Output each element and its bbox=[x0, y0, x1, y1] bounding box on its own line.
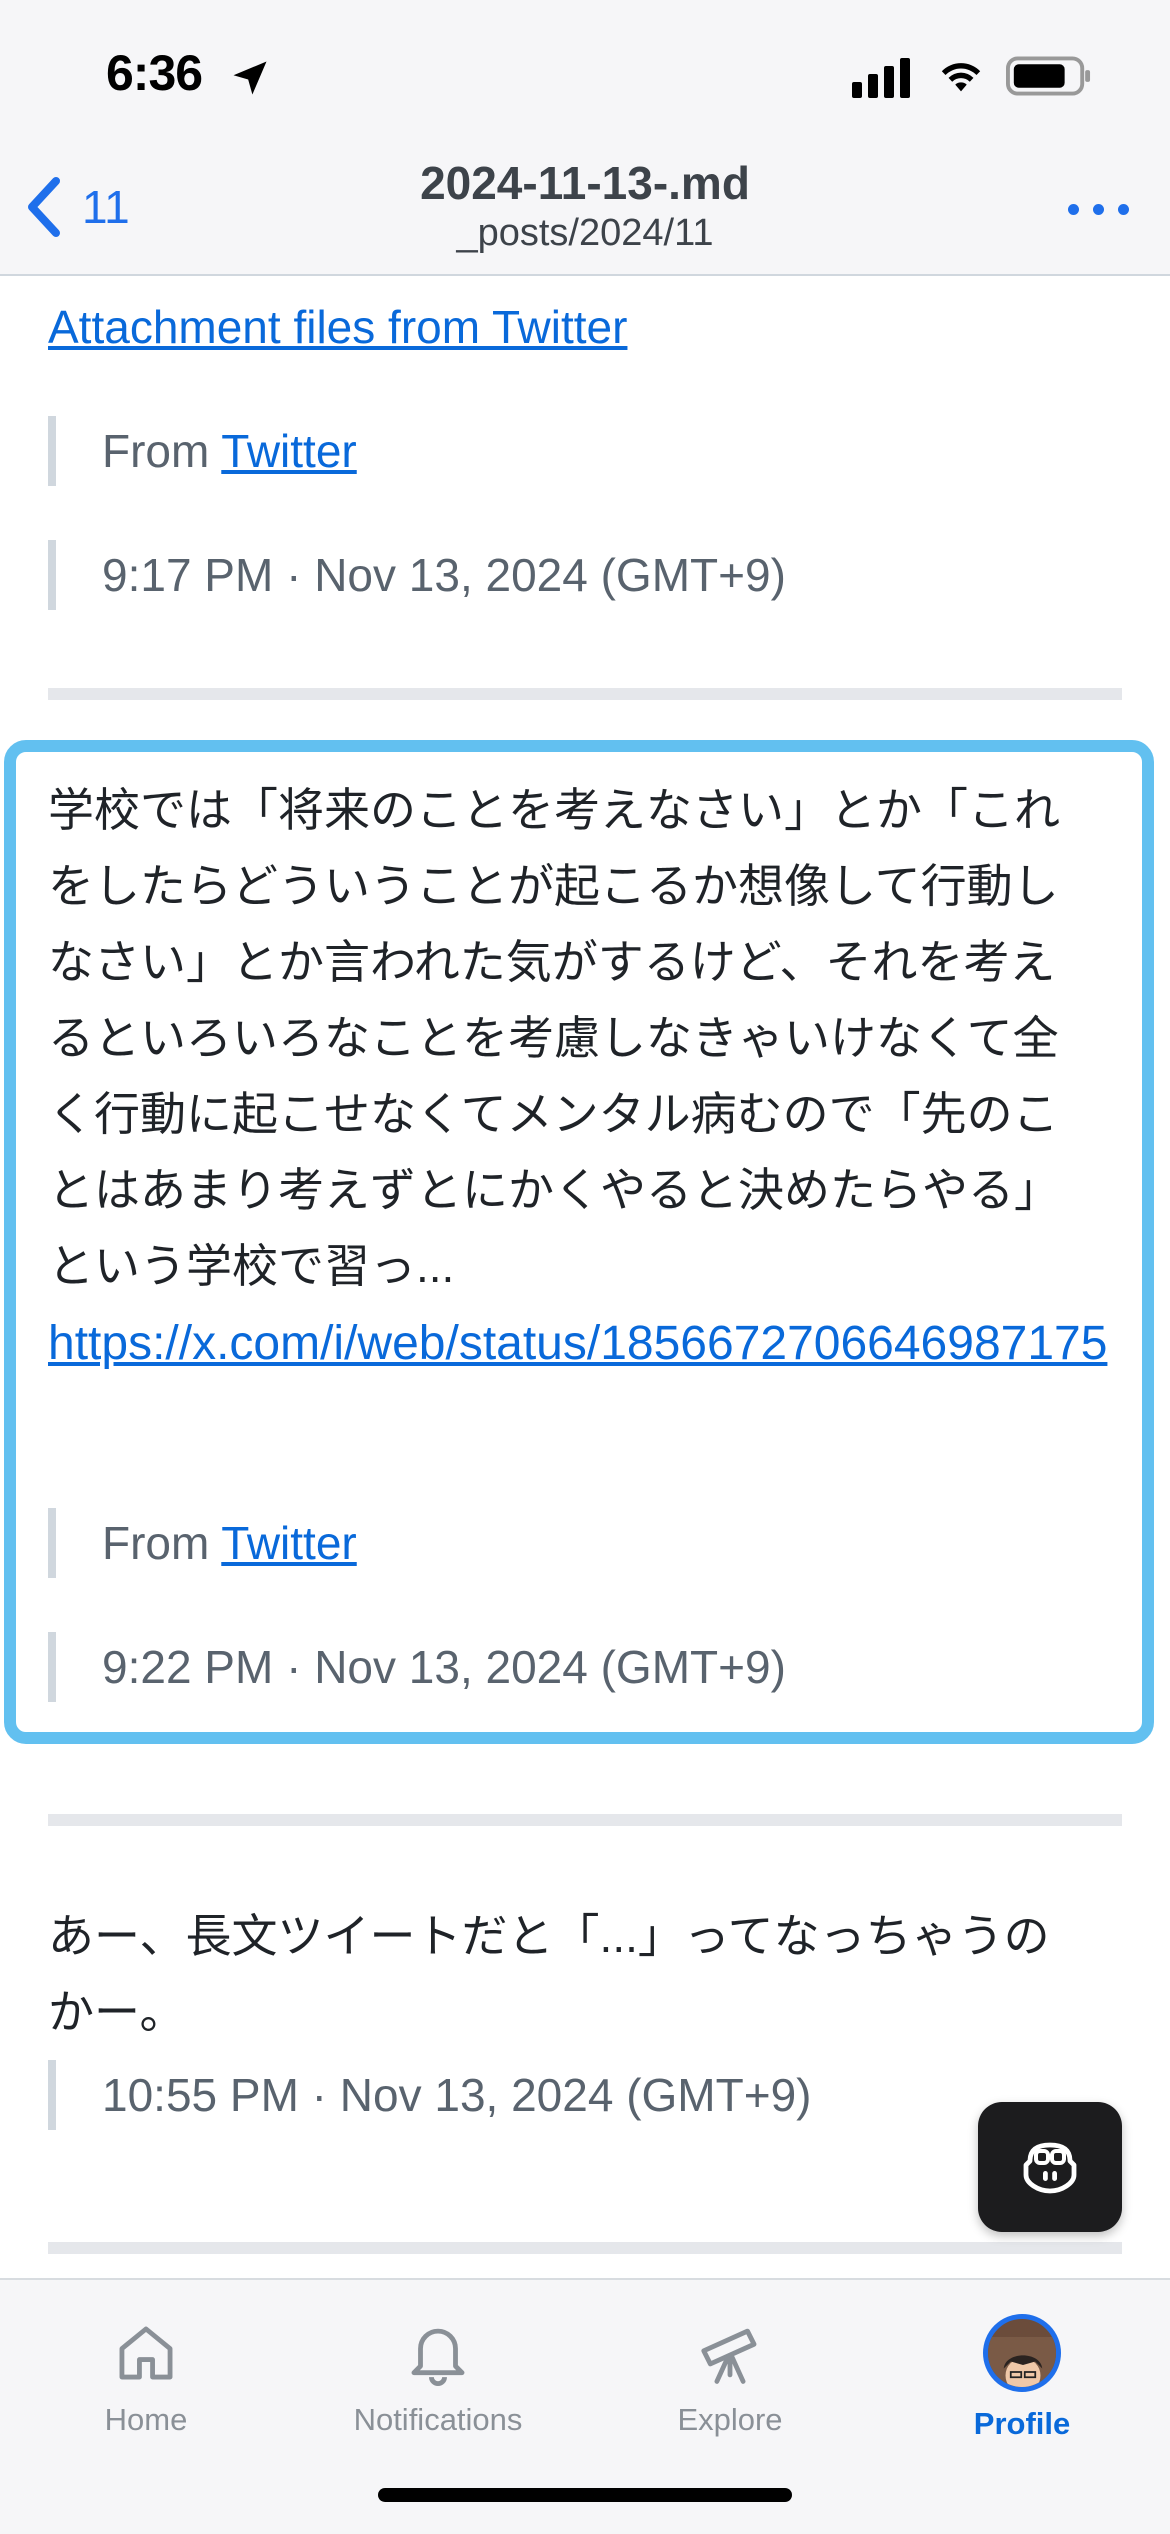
tab-home[interactable]: Home bbox=[0, 2300, 292, 2450]
post-text: あー、長文ツイートだと「...」ってなっちゃうの かー。 bbox=[48, 1898, 1128, 2050]
telescope-icon bbox=[701, 2328, 757, 2384]
tab-explore-label: Explore bbox=[677, 2402, 783, 2437]
avatar bbox=[983, 2314, 1061, 2392]
navigation-bar: 11 2024-11-13-.md _posts/2024/11 bbox=[0, 150, 1170, 276]
battery-icon bbox=[1006, 56, 1091, 96]
bell-icon bbox=[411, 2328, 465, 2387]
post-text-line: なさい」とか言われた気がするけど、それを考え bbox=[48, 936, 1056, 988]
avatar-image bbox=[988, 2337, 1056, 2387]
more-options-icon[interactable] bbox=[1064, 190, 1134, 230]
post-timestamp: 9:17 PM · Nov 13, 2024 (GMT+9) bbox=[48, 540, 786, 610]
from-label: From bbox=[102, 425, 222, 477]
tab-profile-label: Profile bbox=[973, 2406, 1071, 2441]
post-text-line: く行動に起こせなくてメンタル病むので「先のこ bbox=[48, 1088, 1059, 1140]
horizontal-rule bbox=[48, 2242, 1122, 2254]
copilot-icon bbox=[1023, 2142, 1077, 2194]
status-bar: 6:36 bbox=[0, 0, 1170, 150]
tab-explore[interactable]: Explore bbox=[584, 2300, 876, 2450]
post-text-line: をしたらどういうことが起こるか想像して行動し bbox=[48, 860, 1059, 912]
post-text: 学校では「将来のことを考えなさい」とか「これ をしたらどういうことが起こるか想像… bbox=[48, 772, 1128, 1304]
home-indicator bbox=[378, 2488, 792, 2502]
wifi-icon bbox=[941, 63, 981, 92]
post-source: From Twitter bbox=[48, 416, 357, 486]
status-url-link[interactable]: https://x.com/i/web/status/1856672706646… bbox=[48, 1306, 1128, 1382]
attachment-files-link[interactable]: Attachment files from Twitter bbox=[48, 300, 627, 354]
home-icon bbox=[119, 2326, 173, 2380]
file-title: 2024-11-13-.md bbox=[420, 157, 750, 209]
horizontal-rule bbox=[48, 688, 1122, 700]
post-source: From Twitter bbox=[48, 1508, 357, 1578]
status-time: 6:36 bbox=[106, 45, 203, 101]
post-text-line: とはあまり考えずとにかくやると決めたらやる」 bbox=[48, 1164, 1060, 1216]
file-path: _posts/2024/11 bbox=[456, 212, 714, 254]
cellular-signal-icon bbox=[852, 58, 910, 98]
post-timestamp: 9:22 PM · Nov 13, 2024 (GMT+9) bbox=[48, 1632, 786, 1702]
tab-profile[interactable]: Profile bbox=[876, 2300, 1168, 2450]
post-timestamp: 10:55 PM · Nov 13, 2024 (GMT+9) bbox=[48, 2060, 811, 2130]
from-label: From bbox=[102, 1517, 222, 1569]
twitter-link[interactable]: Twitter bbox=[221, 425, 356, 477]
copilot-button[interactable] bbox=[978, 2102, 1122, 2232]
twitter-link[interactable]: Twitter bbox=[221, 1517, 356, 1569]
post-text-line: かー。 bbox=[48, 1986, 186, 2038]
post-text-line: るといろいろなことを考慮しなきゃいけなくて全 bbox=[48, 1012, 1059, 1064]
tab-notifications-label: Notifications bbox=[353, 2402, 523, 2437]
markdown-preview[interactable]: Attachment files from Twitter From Twitt… bbox=[0, 276, 1170, 2278]
horizontal-rule bbox=[48, 1814, 1122, 1826]
post-text-line: 学校では「将来のことを考えなさい」とか「これ bbox=[48, 784, 1060, 836]
tab-home-label: Home bbox=[104, 2402, 188, 2437]
post-text-line: という学校で習っ... bbox=[48, 1240, 455, 1292]
tab-notifications[interactable]: Notifications bbox=[292, 2300, 584, 2450]
location-arrow-icon bbox=[233, 61, 267, 95]
post-text-line: あー、長文ツイートだと「...」ってなっちゃうの bbox=[48, 1910, 1050, 1962]
